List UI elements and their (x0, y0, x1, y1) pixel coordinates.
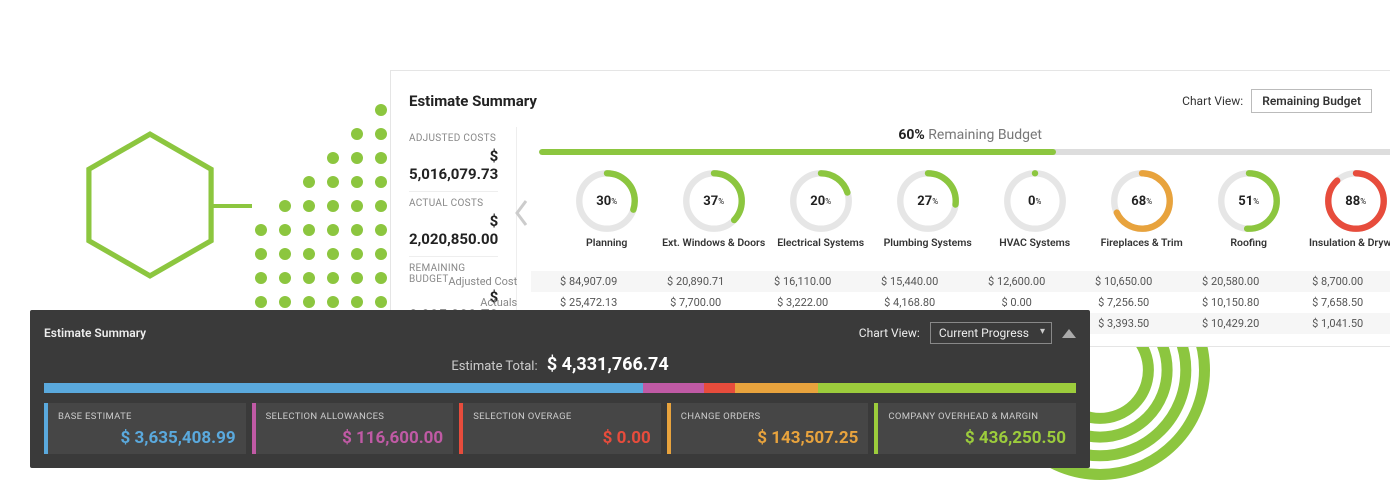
segment-value: $ 3,635,408.99 (58, 428, 236, 448)
estimate-segments-boxes: BASE ESTIMATE $ 3,635,408.99 SELECTION A… (44, 403, 1076, 454)
table-row-adjusted: Adjusted Cost $ 84,907.09$ 20,890.71$ 16… (531, 271, 1390, 292)
table-cell: $ 8,700.00 (1284, 275, 1390, 288)
chart-view-select[interactable]: Remaining Budget (1251, 89, 1372, 113)
table-cell: $ 10,429.20 (1177, 317, 1284, 330)
gauge-electrical-systems: 20% Electrical Systems (767, 169, 874, 263)
remaining-budget-heading: 60% Remaining Budget (531, 127, 1390, 143)
dark-chart-view-label: Chart View: (859, 326, 920, 340)
estimate-summary-light-card: Estimate Summary Chart View: Remaining B… (390, 70, 1390, 347)
card-title: Estimate Summary (409, 92, 537, 110)
adjusted-costs-label: ADJUSTED COSTS (409, 133, 498, 144)
table-cell: $ 20,580.00 (1177, 275, 1284, 288)
dark-card-title: Estimate Summary (44, 326, 146, 340)
estimate-segments-bar (44, 383, 1076, 393)
table-cell: $ 16,110.00 (749, 275, 856, 288)
decorative-connector-line (212, 204, 252, 208)
table-cell: $ 3,222.00 (749, 296, 856, 309)
segment-bar-part (735, 383, 818, 393)
segment-box: SELECTION OVERAGE $ 0.00 (459, 403, 661, 454)
gauge-fireplaces-trim: 68% Fireplaces & Trim (1088, 169, 1195, 263)
estimate-total: Estimate Total: $ 4,331,766.74 (44, 354, 1076, 375)
segment-box: CHANGE ORDERS $ 143,507.25 (667, 403, 869, 454)
table-cell: $ 10,650.00 (1070, 275, 1177, 288)
segment-box: BASE ESTIMATE $ 3,635,408.99 (44, 403, 246, 454)
collapse-toggle-icon[interactable] (1062, 329, 1076, 338)
gauge-insulation-drywall: 88% Insulation & Drywall (1302, 169, 1390, 263)
table-cell: $ 7,700.00 (642, 296, 749, 309)
segment-value: $ 436,250.50 (888, 428, 1066, 448)
segment-bar-part (818, 383, 1076, 393)
table-cell: $ 4,168.80 (856, 296, 963, 309)
category-gauges: 30% Planning 37% Ext. Windows & Doors 20… (531, 169, 1390, 263)
table-cell: $ 10,150.80 (1177, 296, 1284, 309)
table-cell: $ 7,658.50 (1284, 296, 1390, 309)
segment-bar-part (704, 383, 735, 393)
segment-bar-part (44, 383, 643, 393)
segment-value: $ 0.00 (473, 428, 651, 448)
segment-label: BASE ESTIMATE (58, 411, 236, 422)
gauge-hvac-systems: 0% HVAC Systems (981, 169, 1088, 263)
table-cell: $ 84,907.09 (535, 275, 642, 288)
table-cell: $ 12,600.00 (963, 275, 1070, 288)
segment-bar-part (643, 383, 705, 393)
gauge-ext-windows-doors: 37% Ext. Windows & Doors (660, 169, 767, 263)
dark-chart-view-select[interactable]: Current Progress (930, 322, 1052, 344)
decorative-dot-grid (255, 80, 411, 308)
table-cell: $ 20,890.71 (642, 275, 749, 288)
segment-label: SELECTION OVERAGE (473, 411, 651, 422)
segment-label: COMPANY OVERHEAD & MARGIN (888, 411, 1066, 422)
chart-view-label: Chart View: (1182, 94, 1243, 108)
gauge-plumbing-systems: 27% Plumbing Systems (874, 169, 981, 263)
segment-box: COMPANY OVERHEAD & MARGIN $ 436,250.50 (874, 403, 1076, 454)
hexagon-logo (85, 130, 215, 280)
segment-value: $ 116,600.00 (266, 428, 444, 448)
actual-costs-label: ACTUAL COSTS (409, 198, 498, 209)
actual-costs-value: $ 2,020,850.00 (409, 209, 498, 250)
segment-label: SELECTION ALLOWANCES (266, 411, 444, 422)
table-cell: $ 15,440.00 (856, 275, 963, 288)
segment-label: CHANGE ORDERS (681, 411, 859, 422)
scroll-left-button[interactable] (513, 189, 529, 237)
adjusted-costs-value: $ 5,016,079.73 (409, 144, 498, 185)
table-cell: $ 0.00 (963, 296, 1070, 309)
segment-box: SELECTION ALLOWANCES $ 116,600.00 (252, 403, 454, 454)
segment-value: $ 143,507.25 (681, 428, 859, 448)
gauge-planning: 30% Planning (553, 169, 660, 263)
table-cell: $ 7,256.50 (1070, 296, 1177, 309)
table-cell: $ 1,041.50 (1284, 317, 1390, 330)
estimate-summary-dark-card: Estimate Summary Chart View: Current Pro… (30, 310, 1090, 468)
remaining-budget-progress (539, 149, 1390, 155)
table-cell: $ 25,472.13 (535, 296, 642, 309)
gauge-roofing: 51% Roofing (1195, 169, 1302, 263)
